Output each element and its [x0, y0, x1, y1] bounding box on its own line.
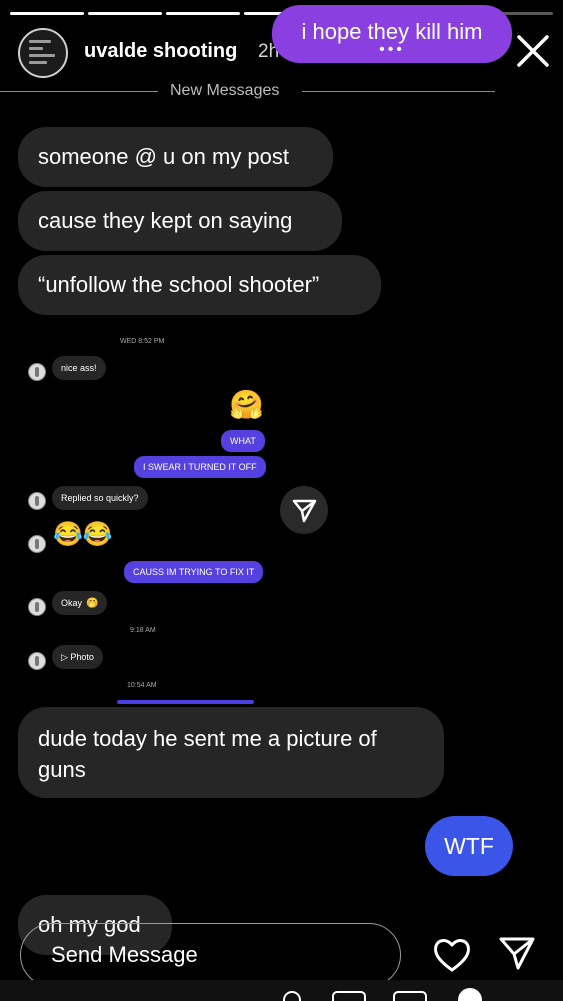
message-bubble: Replied so quickly? — [52, 486, 148, 510]
send-icon — [292, 499, 317, 523]
progress-segment — [88, 12, 163, 15]
sent-message-bubble: WTF — [425, 816, 513, 876]
timestamp: 10:54 AM — [127, 682, 157, 689]
avatar — [28, 363, 46, 381]
avatar — [28, 535, 46, 553]
message-bubble: dude today he sent me a picture of guns — [18, 707, 444, 798]
timestamp: 9:18 AM — [130, 627, 156, 634]
message-bubble: nice ass! — [52, 356, 106, 380]
message-text: Okay — [61, 598, 83, 608]
partial-message — [117, 700, 254, 704]
message-bubble: I SWEAR I TURNED IT OFF — [134, 456, 266, 478]
close-icon[interactable] — [516, 34, 550, 68]
send-message-input[interactable]: Send Message — [20, 923, 401, 987]
message-bubble: cause they kept on saying — [18, 191, 342, 251]
message-text: WTF — [444, 832, 494, 859]
message-bubble: someone @ u on my post — [18, 127, 333, 187]
progress-segment — [10, 12, 85, 15]
message-text: nice ass! — [61, 363, 97, 373]
message-text: CAUSS IM TRYING TO FIX IT — [133, 567, 255, 577]
face-emoji: 🤭 — [86, 597, 99, 609]
share-button[interactable] — [280, 486, 328, 534]
message-bubble: Okay 🤭 — [52, 591, 108, 615]
message-text: “unfollow the school shooter” — [38, 272, 320, 297]
username[interactable]: uvalde shooting — [84, 40, 237, 63]
send-message-placeholder: Send Message — [51, 942, 198, 967]
avatar — [28, 598, 46, 616]
progress-segment — [166, 12, 241, 15]
heart-icon[interactable] — [432, 936, 472, 974]
message-bubble: CAUSS IM TRYING TO FIX IT — [124, 561, 264, 583]
avatar — [28, 492, 46, 510]
message-bubble: WHAT — [221, 430, 265, 452]
message-text: ▷ Photo — [61, 651, 94, 662]
avatar[interactable] — [18, 28, 68, 78]
bottom-toolbar-partial — [0, 980, 563, 1001]
message-text: WHAT — [230, 436, 256, 446]
message-bubble: “unfollow the school shooter” — [18, 255, 381, 315]
message-text: I SWEAR I TURNED IT OFF — [143, 462, 257, 472]
text-sticker: i hope they kill him ••• — [272, 5, 512, 63]
new-messages-divider: New Messages — [0, 80, 495, 102]
timestamp: WED 8:52 PM — [120, 338, 165, 345]
message-text: cause they kept on saying — [38, 208, 293, 233]
message-text: someone @ u on my post — [38, 144, 290, 169]
message-text: dude today he sent me a picture of guns — [38, 726, 377, 782]
laughing-emoji: 😂😂 — [53, 521, 113, 548]
hugging-emoji: 🤗 — [229, 389, 264, 420]
paper-plane-icon[interactable] — [498, 934, 536, 972]
divider-label: New Messages — [170, 82, 280, 99]
photo-message: ▷ Photo — [52, 645, 103, 669]
message-text: Replied so quickly? — [61, 493, 139, 503]
avatar — [28, 652, 46, 670]
more-dots-icon: ••• — [379, 41, 405, 58]
